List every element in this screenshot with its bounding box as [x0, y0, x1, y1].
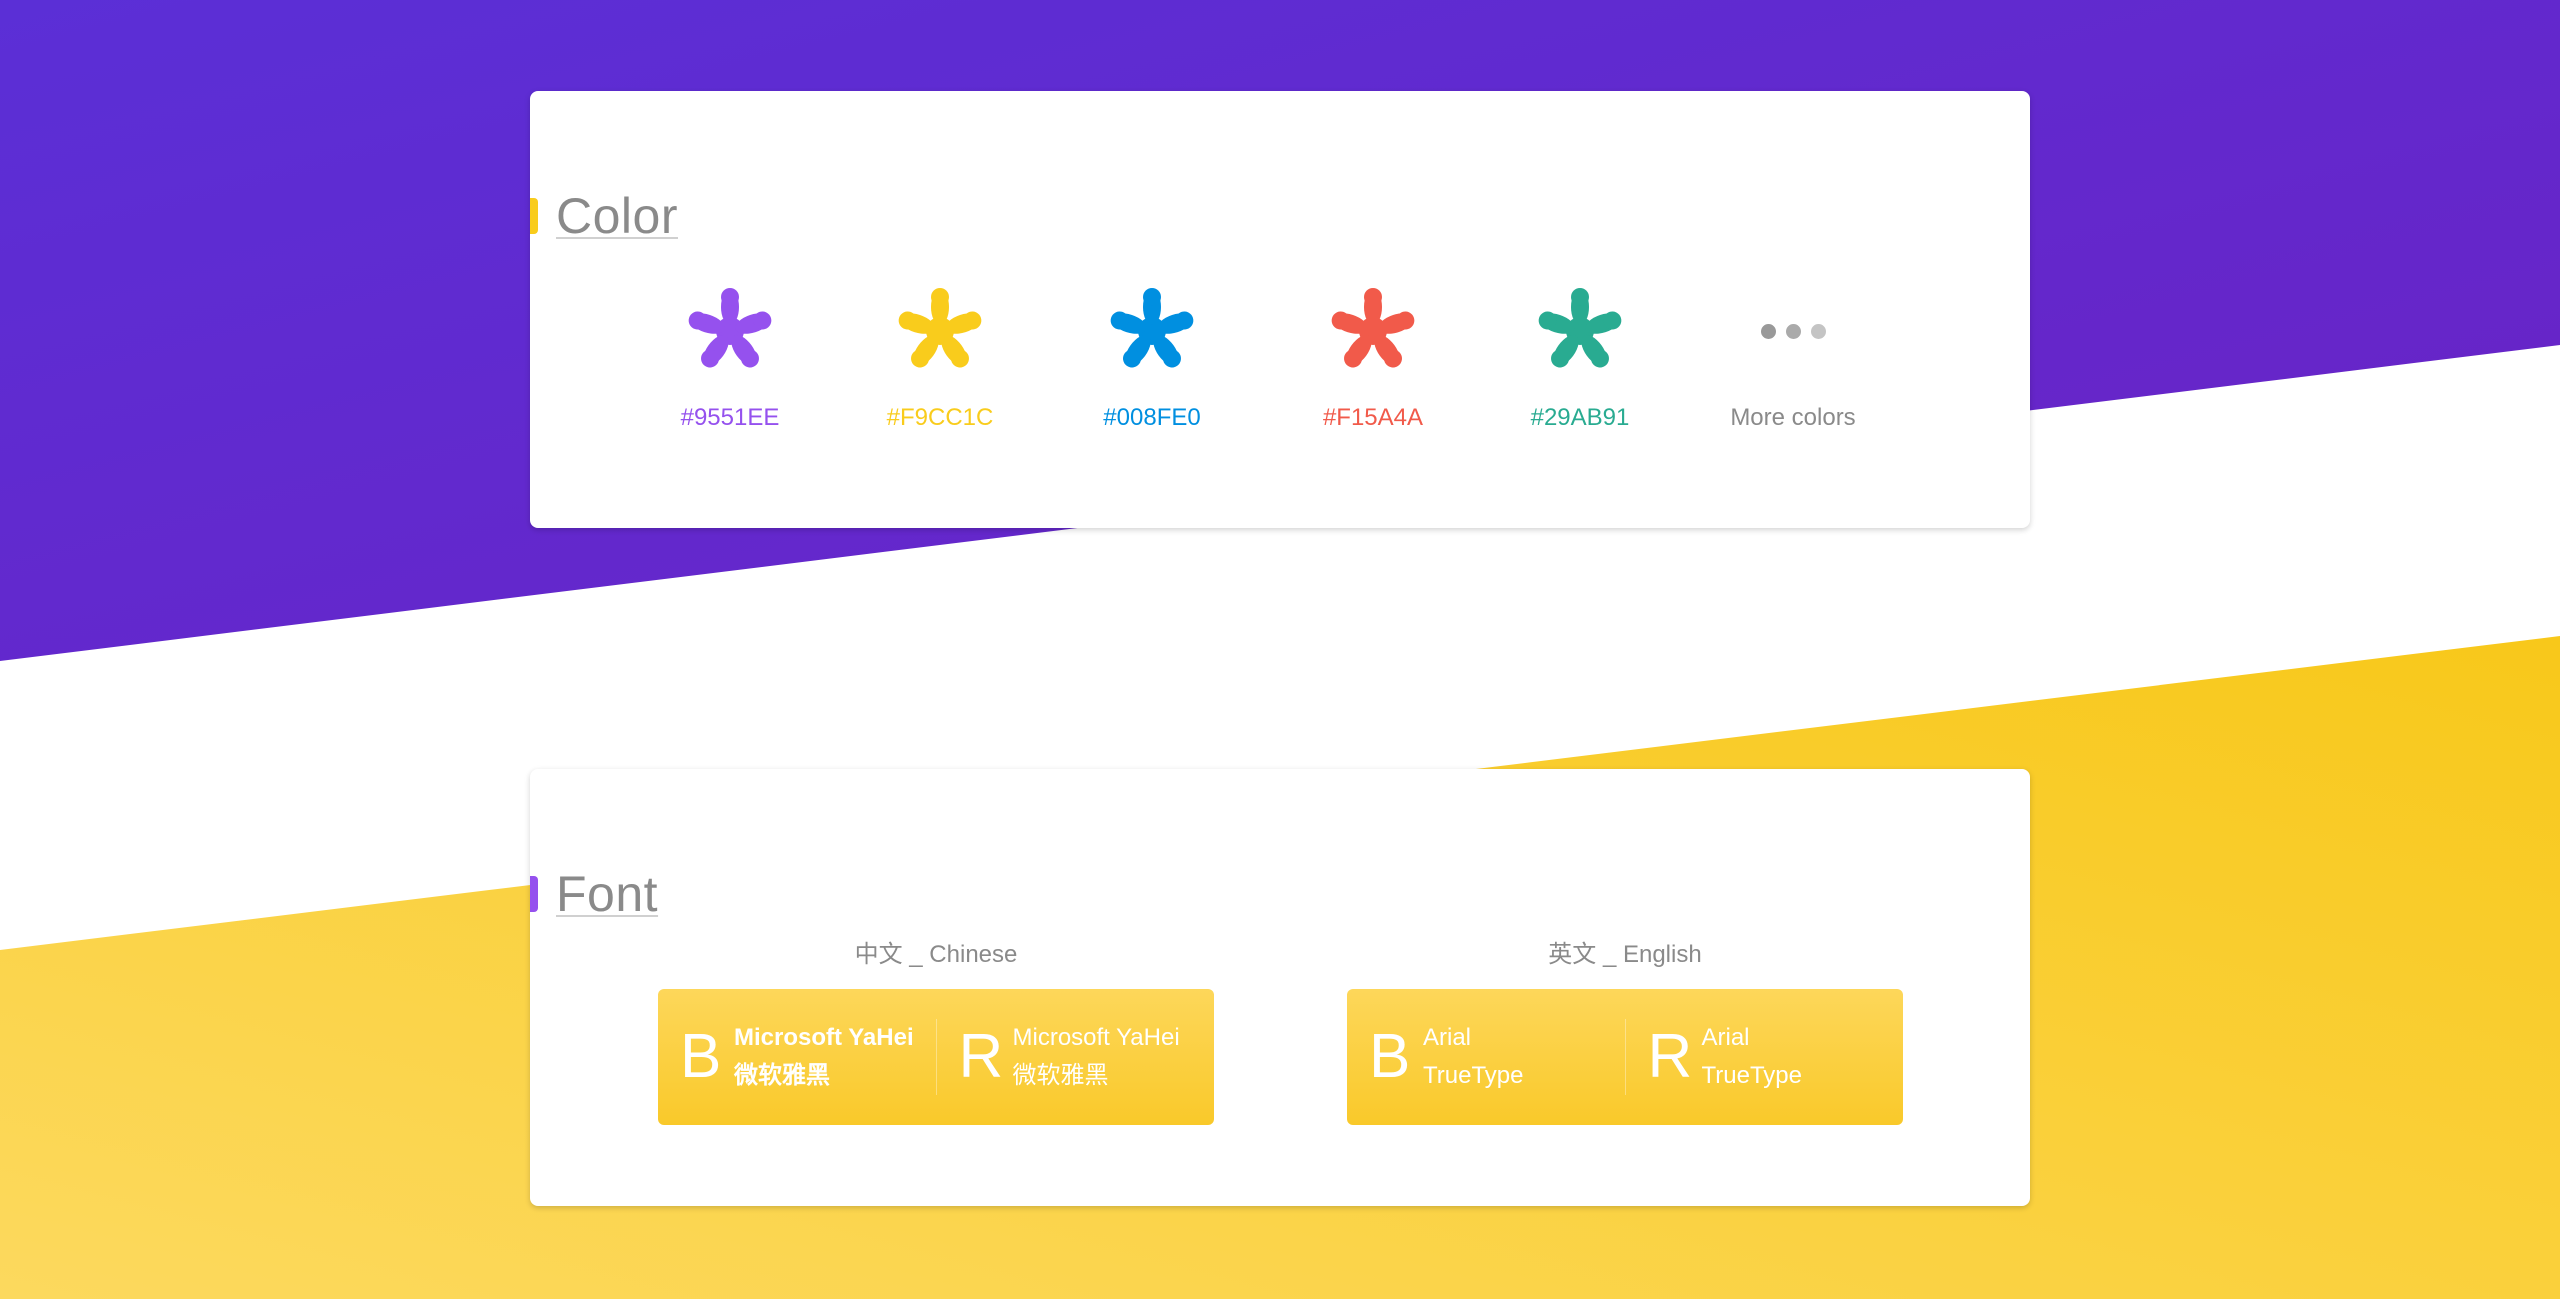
font-name: Microsoft YaHei	[734, 1024, 914, 1051]
font-name-cn: 微软雅黑	[734, 1062, 830, 1089]
style-guide-page: Color #9551EE #F9CC1C #008FE0 #F15A4A #2…	[0, 0, 2560, 1299]
color-section-title: Color	[556, 188, 678, 244]
swatch-label-blue: #008FE0	[1103, 404, 1201, 431]
font-regular-chinese: R Microsoft YaHei 微软雅黑	[935, 1019, 1215, 1095]
font-group-english: 英文 _ English B Arial TrueType R Arial Tr…	[1347, 934, 1903, 1125]
font-group-label-chinese: 中文 _ Chinese	[854, 941, 1018, 968]
bold-letter: B	[680, 1022, 722, 1091]
regular-letter: R	[1647, 1022, 1693, 1091]
color-card: Color #9551EE #F9CC1C #008FE0 #F15A4A #2…	[530, 91, 2030, 528]
font-section-title: Font	[556, 866, 659, 922]
font-name: Arial	[1423, 1024, 1472, 1051]
flower-icon	[1538, 288, 1622, 368]
color-swatches: #9551EE #F9CC1C #008FE0 #F15A4A #29AB91 …	[650, 286, 1930, 436]
swatch-blue[interactable]: #008FE0	[1072, 286, 1232, 436]
more-colors-label: More colors	[1730, 404, 1856, 431]
font-bold-chinese: B Microsoft YaHei 微软雅黑	[658, 989, 936, 1125]
font-name: Arial	[1701, 1024, 1750, 1051]
flower-icon	[1110, 288, 1194, 368]
flower-icon	[688, 288, 772, 368]
font-bold-english: B Arial TrueType	[1347, 989, 1625, 1125]
font-type: TrueType	[1701, 1062, 1803, 1089]
font-section-header: Font	[530, 864, 658, 924]
font-box-english[interactable]: B Arial TrueType R Arial TrueType	[1347, 989, 1903, 1125]
regular-letter: R	[958, 1022, 1004, 1091]
font-regular-english: R Arial TrueType	[1624, 1019, 1904, 1095]
swatch-label-red: #F15A4A	[1322, 404, 1424, 431]
font-accent-bar	[530, 876, 538, 912]
swatch-label-purple: #9551EE	[680, 404, 780, 431]
bold-letter: B	[1369, 1022, 1411, 1091]
swatch-label-green: #29AB91	[1530, 404, 1630, 431]
swatch-green[interactable]: #29AB91	[1500, 286, 1660, 436]
color-section-header: Color	[530, 186, 678, 246]
font-box-chinese[interactable]: B Microsoft YaHei 微软雅黑 R Microsoft YaHei…	[658, 989, 1214, 1125]
color-accent-bar	[530, 198, 538, 234]
font-name: Microsoft YaHei	[1012, 1024, 1180, 1051]
swatch-yellow[interactable]: #F9CC1C	[860, 286, 1020, 436]
font-group-chinese: 中文 _ Chinese B Microsoft YaHei 微软雅黑 R Mi…	[658, 934, 1214, 1125]
font-card: Font 中文 _ Chinese B Microsoft YaHei 微软雅黑…	[530, 769, 2030, 1206]
font-name-cn: 微软雅黑	[1012, 1062, 1109, 1089]
flower-icon	[1331, 288, 1415, 368]
flower-icon	[898, 288, 982, 368]
more-colors-button[interactable]: More colors	[1703, 286, 1883, 436]
swatch-purple[interactable]: #9551EE	[650, 286, 810, 436]
swatch-red[interactable]: #F15A4A	[1293, 286, 1453, 436]
font-group-label-english: 英文 _ English	[1548, 941, 1702, 968]
font-type: TrueType	[1423, 1062, 1524, 1089]
swatch-label-yellow: #F9CC1C	[886, 404, 994, 431]
more-dots-icon	[1703, 286, 1883, 376]
